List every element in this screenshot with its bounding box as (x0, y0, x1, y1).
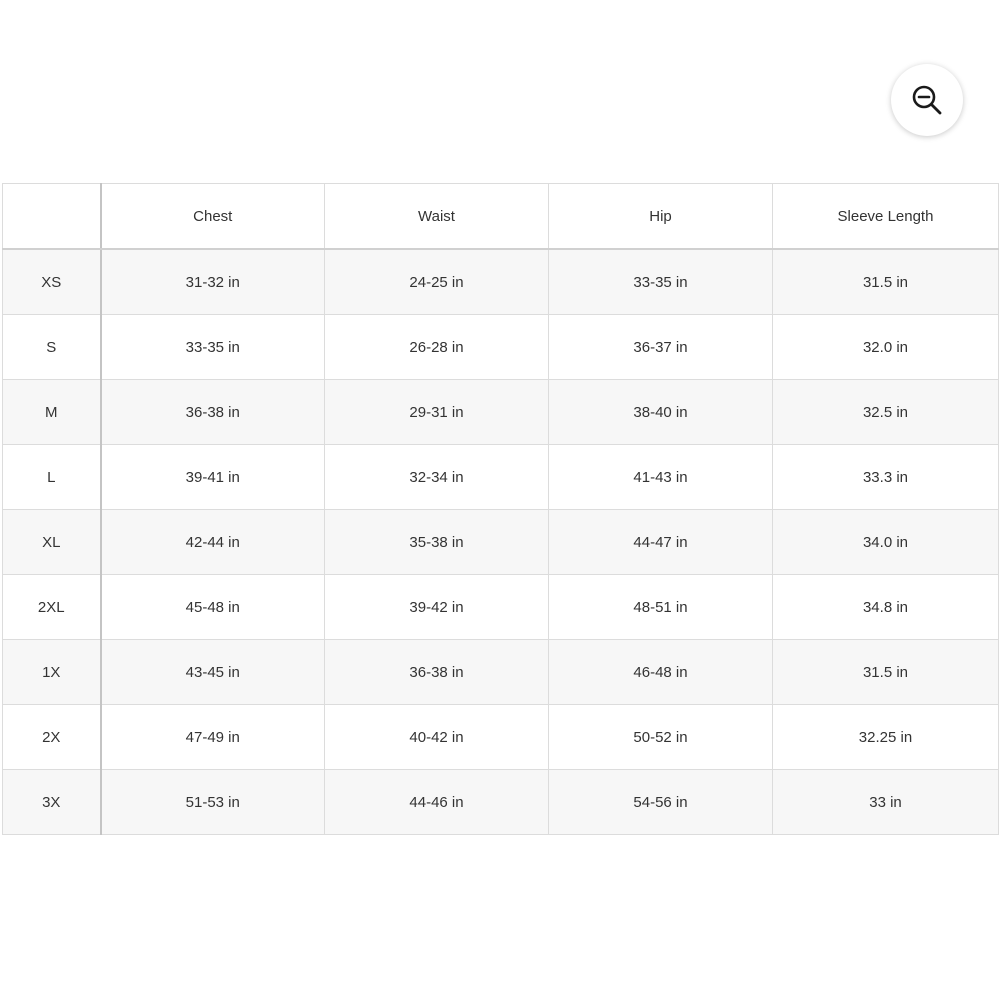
cell-hip: 44-47 in (548, 509, 773, 575)
table-row: 2XL 45-48 in 39-42 in 48-51 in 34.8 in (2, 574, 999, 640)
cell-size: 2XL (2, 574, 102, 640)
header-sleeve-length: Sleeve Length (772, 183, 999, 250)
cell-hip: 33-35 in (548, 248, 773, 315)
cell-waist: 39-42 in (324, 574, 549, 640)
table-row: M 36-38 in 29-31 in 38-40 in 32.5 in (2, 379, 999, 445)
cell-chest: 39-41 in (100, 444, 325, 510)
cell-chest: 33-35 in (100, 314, 325, 380)
cell-chest: 45-48 in (100, 574, 325, 640)
cell-sleeve: 32.25 in (772, 704, 999, 770)
table-row: L 39-41 in 32-34 in 41-43 in 33.3 in (2, 444, 999, 510)
table-row: 3X 51-53 in 44-46 in 54-56 in 33 in (2, 769, 999, 835)
cell-waist: 36-38 in (324, 639, 549, 705)
table-row: 1X 43-45 in 36-38 in 46-48 in 31.5 in (2, 639, 999, 705)
cell-sleeve: 32.5 in (772, 379, 999, 445)
cell-sleeve: 34.8 in (772, 574, 999, 640)
cell-chest: 31-32 in (100, 248, 325, 315)
cell-sleeve: 33.3 in (772, 444, 999, 510)
cell-waist: 35-38 in (324, 509, 549, 575)
cell-sleeve: 31.5 in (772, 248, 999, 315)
table-row: 2X 47-49 in 40-42 in 50-52 in 32.25 in (2, 704, 999, 770)
cell-chest: 47-49 in (100, 704, 325, 770)
cell-waist: 29-31 in (324, 379, 549, 445)
cell-size: XS (2, 248, 102, 315)
cell-size: 1X (2, 639, 102, 705)
zoom-out-icon (912, 85, 942, 115)
cell-sleeve: 34.0 in (772, 509, 999, 575)
cell-size: L (2, 444, 102, 510)
cell-waist: 44-46 in (324, 769, 549, 835)
cell-chest: 36-38 in (100, 379, 325, 445)
cell-waist: 40-42 in (324, 704, 549, 770)
cell-sleeve: 31.5 in (772, 639, 999, 705)
table-header-row: Chest Waist Hip Sleeve Length (2, 183, 999, 250)
zoom-out-button[interactable] (891, 64, 963, 136)
cell-hip: 54-56 in (548, 769, 773, 835)
size-chart-table: Chest Waist Hip Sleeve Length XS 31-32 i… (2, 183, 999, 835)
cell-chest: 51-53 in (100, 769, 325, 835)
cell-size: 2X (2, 704, 102, 770)
cell-hip: 46-48 in (548, 639, 773, 705)
table-row: XL 42-44 in 35-38 in 44-47 in 34.0 in (2, 509, 999, 575)
header-size (2, 183, 102, 250)
cell-waist: 26-28 in (324, 314, 549, 380)
table-row: XS 31-32 in 24-25 in 33-35 in 31.5 in (2, 248, 999, 315)
cell-size: S (2, 314, 102, 380)
cell-hip: 38-40 in (548, 379, 773, 445)
cell-hip: 50-52 in (548, 704, 773, 770)
cell-chest: 43-45 in (100, 639, 325, 705)
table-row: S 33-35 in 26-28 in 36-37 in 32.0 in (2, 314, 999, 380)
cell-size: M (2, 379, 102, 445)
header-waist: Waist (324, 183, 549, 250)
cell-sleeve: 33 in (772, 769, 999, 835)
cell-chest: 42-44 in (100, 509, 325, 575)
cell-hip: 48-51 in (548, 574, 773, 640)
cell-waist: 24-25 in (324, 248, 549, 315)
size-chart-page: Chest Waist Hip Sleeve Length XS 31-32 i… (0, 0, 1000, 1000)
cell-waist: 32-34 in (324, 444, 549, 510)
header-chest: Chest (100, 183, 325, 250)
cell-size: XL (2, 509, 102, 575)
cell-hip: 36-37 in (548, 314, 773, 380)
cell-sleeve: 32.0 in (772, 314, 999, 380)
cell-hip: 41-43 in (548, 444, 773, 510)
header-hip: Hip (548, 183, 773, 250)
cell-size: 3X (2, 769, 102, 835)
